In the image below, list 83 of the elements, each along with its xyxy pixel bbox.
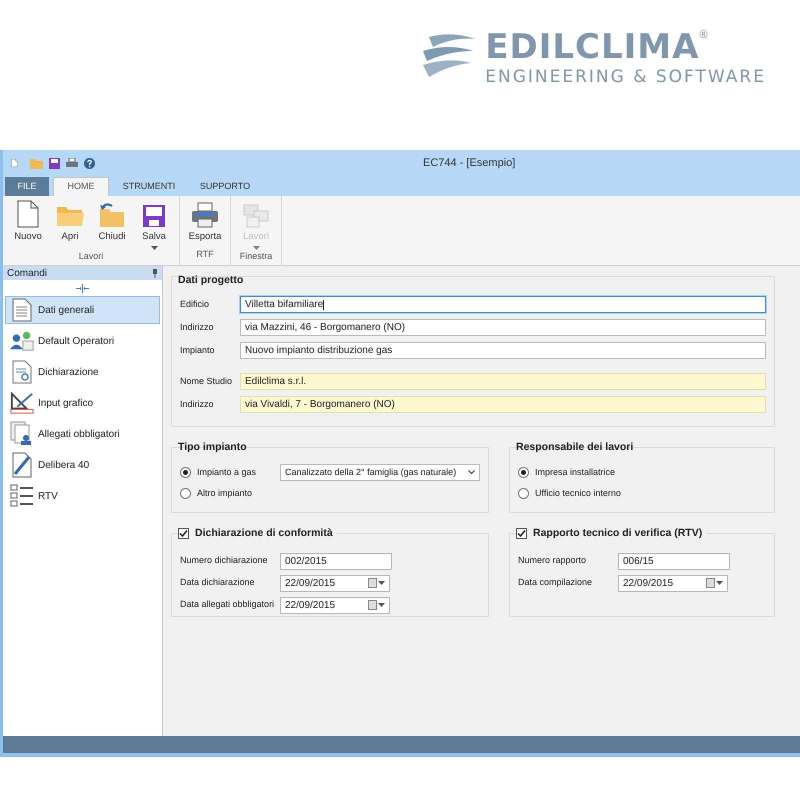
- chevron-down-icon: [468, 470, 475, 475]
- document-pen-icon: [11, 452, 33, 478]
- sidebar-item[interactable]: Dati generali: [5, 296, 160, 324]
- ribbon-button[interactable]: Salva: [135, 200, 173, 250]
- caret-icon: [378, 603, 385, 607]
- help-icon[interactable]: [84, 158, 95, 168]
- checkbox[interactable]: [516, 528, 527, 540]
- field-label: Data compilazione: [518, 576, 594, 590]
- input-field[interactable]: Villetta bifamiliare: [240, 296, 766, 313]
- checklist-icon: [10, 484, 34, 508]
- window-title: EC744 - [Esempio]: [423, 156, 516, 171]
- group-title: Dichiarazione di conformità: [195, 526, 333, 541]
- input-field[interactable]: via Mazzini, 46 - Borgomanero (NO): [240, 319, 766, 336]
- sidebar-item[interactable]: Allegati obbligatori: [5, 420, 160, 448]
- ribbon-tab[interactable]: STRUMENTI: [113, 177, 185, 196]
- input-field[interactable]: Nuovo impianto distribuzione gas: [240, 342, 766, 359]
- ribbon-button[interactable]: Apri: [51, 200, 89, 250]
- calendar-icon: [368, 600, 377, 610]
- registered-mark: ®: [699, 28, 708, 42]
- ribbon-tab[interactable]: HOME: [53, 177, 109, 196]
- field-label: Indirizzo: [180, 320, 215, 334]
- date-field[interactable]: 22/09/2015: [280, 574, 390, 592]
- ribbon-tab[interactable]: FILE: [5, 177, 49, 196]
- sidebar-item[interactable]: Delibera 40: [5, 451, 160, 479]
- radio-button[interactable]: [518, 488, 529, 499]
- sidebar-item[interactable]: RTV: [5, 482, 160, 510]
- caret-icon: [378, 581, 385, 585]
- field-label: Numero dichiarazione: [180, 554, 269, 568]
- set-square-ruler-icon: [10, 391, 34, 415]
- sidebar-item[interactable]: Input grafico: [5, 389, 160, 417]
- field-label: Nome Studio: [180, 374, 234, 388]
- sidebar-item[interactable]: Default Operatori: [5, 327, 160, 355]
- date-field[interactable]: 22/09/2015: [618, 574, 728, 592]
- field-label: Indirizzo: [180, 398, 215, 411]
- input-field[interactable]: Edilclima s.r.l.: [240, 373, 766, 390]
- field-label: Impianto: [180, 344, 216, 357]
- ribbon-group-label: RTF: [196, 248, 214, 260]
- documents-stamp-icon: [10, 421, 34, 447]
- ribbon-group-label: Lavori: [78, 250, 104, 264]
- radio-button[interactable]: [180, 467, 191, 478]
- dropdown-field[interactable]: Canalizzato della 2° famiglia (gas naturale): [280, 464, 480, 481]
- field-label: Edificio: [180, 298, 210, 311]
- folder-arrow-icon: [98, 202, 126, 228]
- splitter-icon[interactable]: [76, 284, 89, 292]
- caret-icon: [716, 581, 723, 585]
- radio-label: Altro impianto: [197, 486, 252, 500]
- logo-wordmark: EDILCLIMA: [485, 28, 700, 66]
- logo-tagline: ENGINEERING & SOFTWARE: [485, 66, 766, 88]
- ribbon-group-label: Finestra: [240, 250, 272, 264]
- windows-icon: [243, 204, 269, 228]
- group-title: Dati progetto: [178, 273, 244, 288]
- date-field[interactable]: 22/09/2015: [280, 596, 390, 614]
- ribbon-tab[interactable]: SUPPORTO: [189, 177, 261, 196]
- field-label: Data dichiarazione: [180, 576, 256, 590]
- printer-icon: [191, 202, 219, 228]
- ribbon-button[interactable]: Esporta: [186, 200, 224, 248]
- printer-icon[interactable]: [66, 158, 78, 168]
- group-title: Rapporto tecnico di verifica (RTV): [533, 526, 702, 541]
- panel-title: Comandi: [7, 266, 48, 280]
- group-title: Tipo impianto: [178, 440, 247, 455]
- ribbon-button[interactable]: Chiudi: [93, 200, 131, 250]
- pin-icon[interactable]: [152, 268, 158, 278]
- radio-button[interactable]: [180, 488, 191, 499]
- radio-label: Ufficio tecnico interno: [535, 486, 621, 500]
- input-field[interactable]: 006/15: [618, 552, 730, 570]
- radio-label: Impianto a gas: [197, 466, 256, 479]
- people-icon: [10, 330, 34, 352]
- ribbon-button[interactable]: Nuovo: [9, 200, 47, 250]
- radio-label: Impresa installatrice: [535, 466, 616, 479]
- input-field[interactable]: via Vivaldi, 7 - Borgomanero (NO): [240, 396, 766, 413]
- checkbox[interactable]: [178, 528, 189, 540]
- input-field[interactable]: 002/2015: [280, 552, 392, 570]
- document-search-icon: [11, 360, 33, 384]
- field-label: Data allegati obbligatori: [180, 598, 276, 612]
- group-title: Responsabile dei lavori: [516, 440, 634, 455]
- new-document-icon: [16, 200, 40, 228]
- calendar-icon: [368, 578, 377, 588]
- document-icon: [11, 298, 33, 322]
- calendar-icon: [706, 578, 715, 588]
- field-label: Numero rapporto: [518, 554, 588, 568]
- folder-icon: [56, 204, 84, 228]
- sidebar-item[interactable]: Dichiarazione: [5, 358, 160, 386]
- radio-button[interactable]: [518, 467, 529, 478]
